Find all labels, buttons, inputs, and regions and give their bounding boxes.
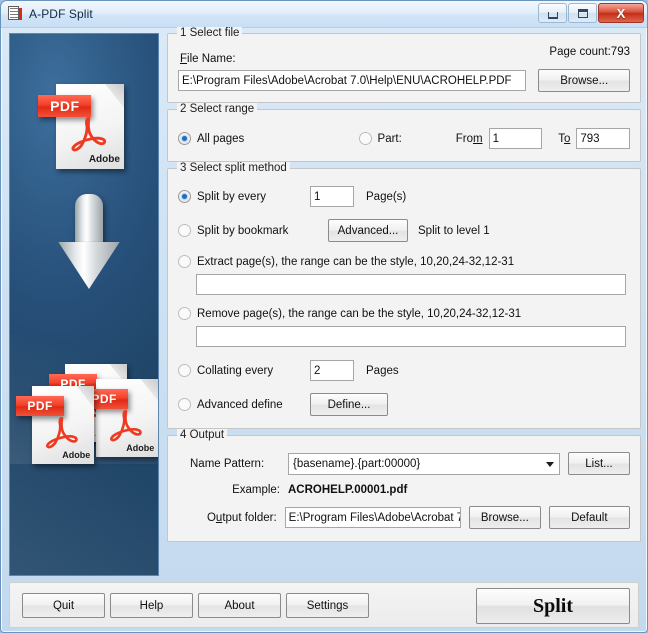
from-input[interactable]: 1: [488, 128, 543, 149]
example-value: ACROHELP.00001.pdf: [288, 484, 408, 496]
window-controls: X: [538, 3, 644, 23]
collating-every-option[interactable]: Collating every: [178, 364, 295, 377]
quit-button[interactable]: Quit: [22, 593, 105, 618]
collating-every-radio[interactable]: [178, 364, 191, 377]
split-button[interactable]: Split: [476, 588, 630, 624]
extract-pages-option[interactable]: Extract page(s), the range can be the st…: [178, 255, 630, 268]
advanced-bookmark-button[interactable]: Advanced...: [328, 219, 408, 242]
split-by-bookmark-radio[interactable]: [178, 224, 191, 237]
collating-every-input[interactable]: 2: [310, 360, 354, 381]
adobe-wordmark: Adobe: [88, 153, 120, 165]
section-select-file: 1 Select file Page count:793 File Name: …: [167, 27, 641, 103]
extract-pages-radio[interactable]: [178, 255, 191, 268]
extract-pages-input[interactable]: [196, 274, 626, 295]
minimize-button[interactable]: [538, 3, 567, 23]
advanced-define-option[interactable]: Advanced define: [178, 398, 310, 411]
source-pdf-icon: PDF Adobe: [38, 84, 124, 169]
remove-pages-option[interactable]: Remove page(s), the range can be the sty…: [178, 307, 630, 320]
section-4-legend: 4 Output: [177, 429, 228, 441]
close-button[interactable]: X: [598, 3, 644, 23]
part-radio[interactable]: [358, 132, 372, 145]
page-count-label: Page count:793: [549, 46, 630, 58]
section-1-legend: 1 Select file: [177, 27, 243, 39]
remove-pages-label: Remove page(s), the range can be the sty…: [197, 307, 522, 320]
result-pdf-icon: PDF Adobe: [79, 379, 158, 457]
section-select-range: 2 Select range All pages Part: From 1 To…: [167, 103, 641, 162]
advanced-define-radio[interactable]: [178, 398, 191, 411]
collating-every-label: Collating every: [197, 364, 274, 377]
output-folder-label: Output folder:: [206, 511, 277, 524]
list-button-label: List...: [585, 457, 613, 470]
title-bar: A-PDF Split X: [1, 1, 647, 28]
footer-bar: Quit Help About Settings Split: [9, 582, 639, 628]
split-by-every-label: Split by every: [197, 190, 267, 203]
acrobat-logo-icon: [109, 409, 142, 442]
pdf-badge: PDF: [15, 396, 65, 417]
name-pattern-combo[interactable]: {basename}.{part:00000}: [288, 452, 560, 475]
split-level-note: Split to level 1: [418, 224, 490, 237]
pdf-badge: PDF: [38, 95, 92, 118]
browse-file-button[interactable]: Browse...: [538, 69, 630, 92]
help-button[interactable]: Help: [110, 593, 193, 618]
example-label: Example:: [232, 484, 280, 496]
down-arrow-icon: [58, 194, 120, 289]
section-output: 4 Output Name Pattern: {basename}.{part:…: [167, 429, 641, 542]
settings-button[interactable]: Settings: [286, 593, 369, 618]
collating-every-unit: Pages: [366, 364, 399, 377]
acrobat-logo-icon: [71, 117, 106, 152]
illustration-pane: PDF Adobe PDF Adobe: [9, 33, 159, 576]
file-name-input[interactable]: E:\Program Files\Adobe\Acrobat 7.0\Help\…: [178, 70, 527, 91]
list-button[interactable]: List...: [568, 452, 630, 475]
remove-pages-radio[interactable]: [178, 307, 191, 320]
chevron-down-icon[interactable]: [546, 461, 554, 467]
define-button[interactable]: Define...: [310, 393, 388, 416]
window-title: A-PDF Split: [29, 7, 93, 21]
section-3-legend: 3 Select split method: [177, 162, 290, 174]
split-by-every-radio[interactable]: [178, 190, 191, 203]
split-by-every-unit: Page(s): [366, 190, 407, 203]
about-button[interactable]: About: [198, 593, 281, 618]
name-pattern-value: {basename}.{part:00000}: [293, 457, 421, 470]
acrobat-logo-icon: [45, 416, 78, 449]
to-input[interactable]: 793: [576, 128, 630, 149]
result-pdf-icon: PDF Adobe: [15, 386, 94, 464]
name-pattern-label: Name Pattern:: [190, 457, 265, 470]
section-split-method: 3 Select split method Split by every 1 P…: [167, 162, 641, 429]
adobe-wordmark: Adobe: [126, 443, 155, 454]
to-label: To: [558, 132, 571, 145]
split-by-bookmark-option[interactable]: Split by bookmark: [178, 224, 328, 237]
window-content: PDF Adobe PDF Adobe: [1, 27, 647, 632]
output-folder-input[interactable]: E:\Program Files\Adobe\Acrobat 7.0\: [284, 507, 461, 528]
extract-pages-label: Extract page(s), the range can be the st…: [197, 255, 515, 268]
split-by-every-input[interactable]: 1: [310, 186, 354, 207]
split-by-bookmark-label: Split by bookmark: [197, 224, 289, 237]
maximize-button[interactable]: [568, 3, 597, 23]
split-by-every-option[interactable]: Split by every: [178, 190, 295, 203]
section-2-legend: 2 Select range: [177, 103, 258, 115]
all-pages-radio[interactable]: [178, 132, 191, 145]
settings-column: 1 Select file Page count:793 File Name: …: [167, 27, 641, 548]
part-option[interactable]: Part:: [358, 132, 456, 145]
from-label: From: [455, 132, 483, 145]
app-window: A-PDF Split X PDF Adobe PDF PDF Adobe PD…: [0, 0, 648, 633]
adobe-wordmark: Adobe: [62, 450, 91, 461]
part-label: Part:: [377, 132, 402, 145]
all-pages-option[interactable]: All pages: [178, 132, 359, 145]
remove-pages-input[interactable]: [196, 326, 626, 347]
browse-output-button[interactable]: Browse...: [469, 506, 541, 529]
default-output-button[interactable]: Default: [548, 506, 630, 529]
pdf-split-icon: [7, 6, 23, 22]
advanced-define-label: Advanced define: [197, 398, 283, 411]
all-pages-label: All pages: [197, 132, 245, 145]
